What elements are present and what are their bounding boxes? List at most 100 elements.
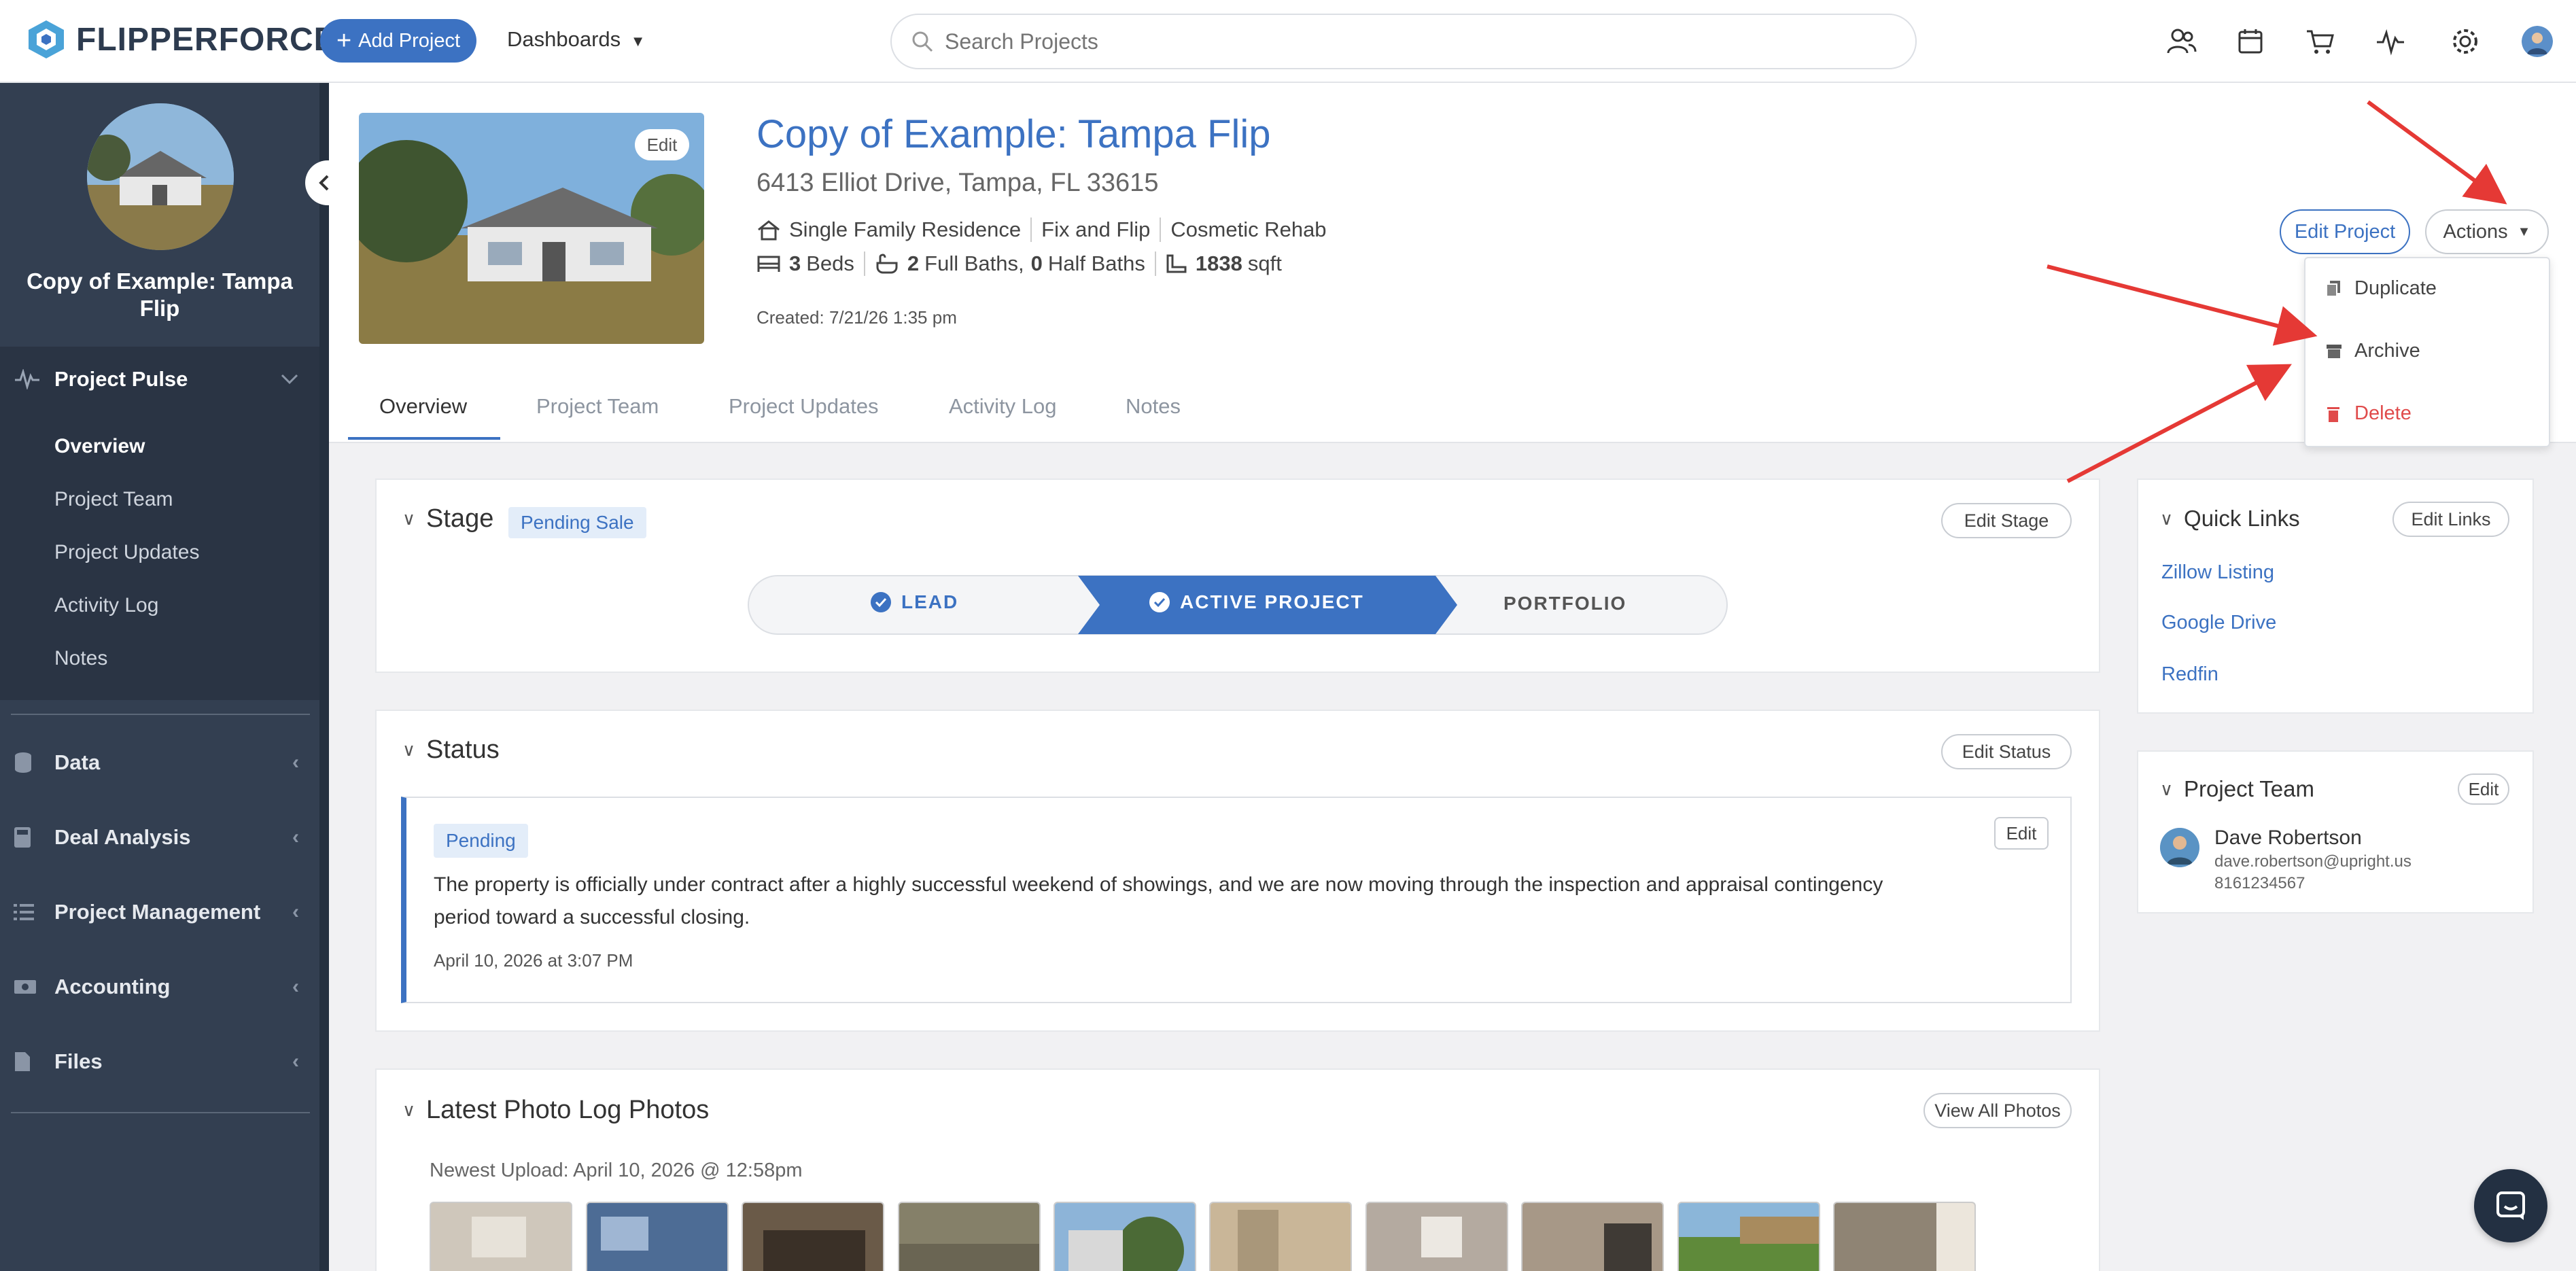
top-navigation-bar: FLIPPERFORCE + Add Project Dashboards ▼	[0, 0, 2576, 83]
stage-title: Stage	[426, 504, 494, 533]
full-baths-label: Full Baths,	[924, 251, 1024, 275]
actions-menu: Duplicate Archive Delete	[2304, 257, 2550, 447]
photo-thumbnail[interactable]	[586, 1202, 729, 1271]
search-icon	[912, 31, 933, 52]
sidebar-item-project-team[interactable]: Project Team	[54, 488, 173, 511]
search-input[interactable]	[945, 29, 1828, 54]
copy-icon	[2326, 280, 2346, 298]
brand-logo[interactable]: FLIPPERFORCE	[26, 19, 336, 60]
menu-item-duplicate[interactable]: Duplicate	[2326, 277, 2437, 300]
pulse-icon[interactable]	[2375, 26, 2406, 57]
rehab-type: Cosmetic Rehab	[1170, 217, 1327, 241]
photos-heading[interactable]: ∨ Latest Photo Log Photos	[402, 1096, 709, 1125]
chevron-left-icon: ‹	[292, 751, 299, 773]
tab-overview[interactable]: Overview	[379, 381, 467, 432]
view-all-photos-button[interactable]: View All Photos	[1924, 1093, 2072, 1128]
sidebar-item-files-label: Files	[54, 1049, 103, 1073]
search-bar[interactable]	[890, 14, 1917, 69]
edit-status-entry-button[interactable]: Edit	[1994, 817, 2049, 850]
photo-thumbnail[interactable]	[1209, 1202, 1352, 1271]
photo-thumbnail[interactable]	[430, 1202, 572, 1271]
photo-thumbnail[interactable]	[898, 1202, 1041, 1271]
chat-button[interactable]	[2474, 1169, 2547, 1242]
avatar	[2160, 828, 2199, 867]
cart-icon[interactable]	[2304, 26, 2335, 57]
project-specs-row: 3 Beds 2 Full Baths, 0 Half Baths 1838 s…	[756, 251, 1282, 276]
stage-step-portfolio[interactable]: PORTFOLIO	[1503, 593, 1626, 614]
sidebar-divider	[11, 1112, 310, 1113]
dashboards-dropdown[interactable]: Dashboards ▼	[507, 27, 646, 52]
check-circle-icon	[871, 592, 891, 612]
photo-thumbnail[interactable]	[742, 1202, 884, 1271]
add-project-button[interactable]: + Add Project	[320, 19, 476, 63]
chevron-down-icon: ∨	[402, 739, 416, 760]
sidebar-item-notes[interactable]: Notes	[54, 647, 107, 670]
link-zillow[interactable]: Zillow Listing	[2161, 561, 2274, 584]
stage-step-active-project[interactable]: ACTIVE PROJECT	[1149, 591, 1364, 613]
edit-team-button[interactable]: Edit	[2458, 773, 2509, 805]
gear-icon[interactable]	[2450, 26, 2481, 57]
separator	[1030, 217, 1032, 242]
tab-project-team[interactable]: Project Team	[536, 381, 659, 432]
link-redfin[interactable]: Redfin	[2161, 663, 2218, 686]
member-email: dave.robertson@upright.us	[2214, 852, 2412, 871]
edit-project-button[interactable]: Edit Project	[2280, 209, 2410, 254]
team-icon[interactable]	[2165, 26, 2197, 57]
photo-edit-button[interactable]: Edit	[635, 129, 689, 160]
photo-thumbnail[interactable]	[1365, 1202, 1508, 1271]
sidebar-item-project-updates[interactable]: Project Updates	[54, 541, 199, 564]
sidebar-item-overview[interactable]: Overview	[54, 435, 145, 458]
project-thumbnail[interactable]	[87, 103, 234, 250]
project-pulse-label: Project Pulse	[54, 367, 188, 391]
photo-thumbnail[interactable]	[1677, 1202, 1820, 1271]
quick-links-heading[interactable]: ∨ Quick Links	[2160, 506, 2300, 532]
sidebar-item-accounting[interactable]: Accounting ‹	[14, 975, 299, 999]
stage-heading[interactable]: ∨ Stage	[402, 504, 493, 534]
newest-upload-text: Newest Upload: April 10, 2026 @ 12:58pm	[430, 1160, 803, 1181]
pulse-icon	[15, 369, 39, 389]
sidebar-item-project-management[interactable]: Project Management ‹	[14, 900, 299, 924]
photo-thumbnail[interactable]	[1521, 1202, 1664, 1271]
sidebar-item-project-management-label: Project Management	[54, 900, 261, 924]
ruler-icon	[1166, 254, 1187, 273]
sidebar-item-files[interactable]: Files ‹	[14, 1049, 299, 1074]
database-icon	[14, 752, 41, 773]
tab-notes[interactable]: Notes	[1126, 381, 1181, 432]
project-pulse-section	[0, 347, 319, 700]
delete-label: Delete	[2354, 402, 2412, 424]
beds-label: Beds	[806, 251, 854, 275]
actions-dropdown-button[interactable]: Actions ▼	[2425, 209, 2549, 254]
sidebar-item-activity-log[interactable]: Activity Log	[54, 594, 158, 617]
plus-icon: +	[336, 27, 352, 55]
tab-project-updates[interactable]: Project Updates	[729, 381, 879, 432]
quick-links-title: Quick Links	[2184, 506, 2300, 531]
trash-icon	[2326, 405, 2346, 423]
edit-stage-button[interactable]: Edit Stage	[1941, 503, 2072, 538]
project-team-heading[interactable]: ∨ Project Team	[2160, 776, 2314, 802]
chat-icon	[2496, 1191, 2525, 1220]
photo-thumbnail[interactable]	[1833, 1202, 1976, 1271]
sidebar-item-accounting-label: Accounting	[54, 975, 171, 998]
photo-thumbnail[interactable]	[1054, 1202, 1196, 1271]
project-pulse-toggle[interactable]: Project Pulse	[14, 367, 299, 391]
sqft-label: sqft	[1247, 251, 1282, 275]
sidebar-item-deal-analysis[interactable]: Deal Analysis ‹	[14, 825, 299, 850]
link-google-drive[interactable]: Google Drive	[2161, 612, 2276, 634]
chevron-left-icon: ‹	[292, 1050, 299, 1073]
member-name: Dave Robertson	[2214, 826, 2362, 849]
edit-status-button[interactable]: Edit Status	[1941, 734, 2072, 769]
edit-links-button[interactable]: Edit Links	[2392, 502, 2509, 537]
menu-item-archive[interactable]: Archive	[2326, 340, 2420, 362]
menu-item-delete[interactable]: Delete	[2326, 402, 2412, 425]
calendar-icon[interactable]	[2235, 26, 2266, 57]
stage-step-lead[interactable]: LEAD	[870, 591, 958, 613]
user-avatar[interactable]	[2522, 26, 2553, 57]
full-baths-count: 2	[907, 251, 920, 275]
sidebar-item-data[interactable]: Data ‹	[14, 750, 299, 775]
stage-step-lead-label: LEAD	[901, 591, 959, 612]
status-badge: Pending	[434, 824, 528, 858]
status-heading[interactable]: ∨ Status	[402, 735, 500, 765]
archive-label: Archive	[2354, 340, 2420, 362]
tab-activity-log[interactable]: Activity Log	[949, 381, 1057, 432]
chevron-down-icon	[281, 374, 298, 385]
